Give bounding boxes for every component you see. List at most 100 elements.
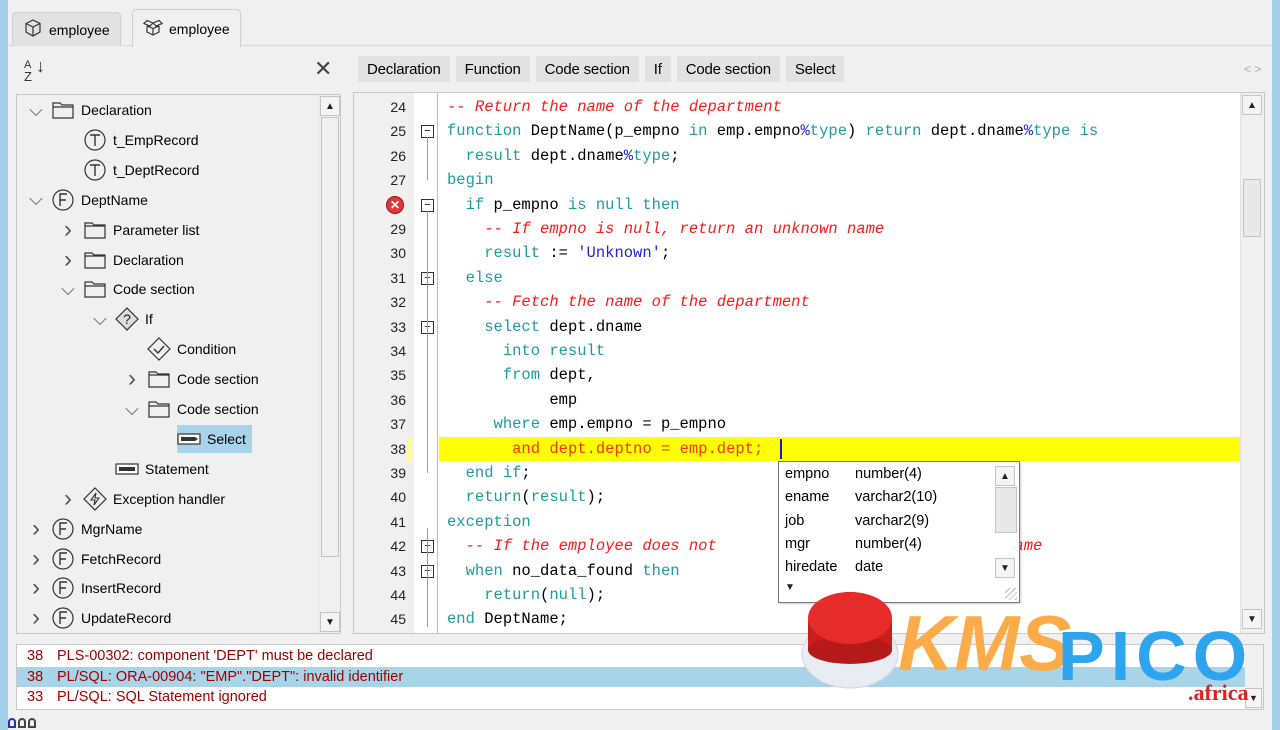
line-number: 41	[390, 513, 406, 530]
breadcrumb-item[interactable]: Code section	[535, 56, 639, 82]
code-line[interactable]: begin	[439, 168, 1240, 192]
scroll-up-button[interactable]: ▲	[1242, 95, 1262, 115]
autocomplete-item[interactable]: hiredate date	[785, 559, 883, 583]
tree-scrollbar[interactable]: ▲ ▼	[318, 95, 340, 633]
scroll-thumb[interactable]	[321, 117, 339, 557]
line-number: 34	[390, 343, 406, 359]
close-icon[interactable]: ✕	[314, 56, 332, 82]
autocomplete-item[interactable]: ename varchar2(10)	[785, 489, 937, 513]
chevron-right-icon[interactable]: ›	[27, 574, 45, 602]
tree-item-label: DeptName	[81, 191, 148, 208]
autocomplete-item-name: mgr	[785, 535, 810, 552]
code-line[interactable]: emp	[439, 388, 1240, 412]
watermark-logo: KMS PICO .africa	[801, 592, 1248, 705]
tree-item-label: Condition	[177, 341, 237, 358]
autocomplete-item[interactable]: empno number(4)	[785, 466, 922, 490]
line-number: 36	[390, 391, 406, 408]
tree-item[interactable]: › Parameter list	[59, 216, 199, 244]
scroll-down-button[interactable]: ▼	[320, 612, 340, 632]
line-number: 39	[390, 465, 406, 481]
tree-item[interactable]: ⌵ Declaration	[27, 96, 152, 124]
autocomplete-item[interactable]: mgr number(4)	[785, 536, 922, 560]
code-token: -- If empno is null, return an unknown n…	[484, 220, 885, 238]
scroll-up-button[interactable]: ▲	[995, 466, 1015, 486]
chevron-down-icon[interactable]: ⌵	[27, 100, 45, 121]
tree-item[interactable]: › InsertRecord	[27, 574, 161, 602]
code-line[interactable]: -- Return the name of the department	[439, 95, 1240, 119]
tree-item[interactable]: Condition	[123, 335, 236, 363]
tree-item[interactable]: Statement	[91, 455, 209, 483]
code-line[interactable]: where emp.empno = p_empno	[439, 412, 1240, 436]
tab-employee-2[interactable]: employee	[132, 9, 241, 47]
chevron-down-icon[interactable]: ⌵	[27, 189, 45, 210]
breadcrumb-item[interactable]: Code section	[676, 56, 780, 82]
code-token: result	[530, 488, 587, 507]
code-line[interactable]: select dept.dname	[439, 315, 1240, 339]
code-token: 'Unknown'	[577, 244, 661, 263]
tree-item[interactable]: ⌵? If	[91, 305, 153, 333]
breadcrumb-item[interactable]: Declaration	[358, 56, 450, 82]
code-token: when	[465, 561, 513, 580]
tree-item[interactable]: › Code section	[123, 365, 259, 393]
chevron-down-icon[interactable]: ⌵	[59, 279, 77, 300]
scroll-thumb[interactable]	[995, 487, 1017, 533]
tree-item[interactable]: › Declaration	[59, 246, 184, 274]
code-token: begin	[447, 171, 494, 190]
code-line[interactable]: else	[439, 266, 1240, 290]
chevron-down-icon[interactable]: ⌵	[123, 399, 141, 420]
popup-scrollbar[interactable]: ▲ ▼	[995, 464, 1017, 582]
code-line[interactable]: and dept.deptno = emp.dept;	[439, 436, 1242, 461]
code-line[interactable]: from dept,	[439, 363, 1240, 387]
code-line[interactable]: into result	[439, 339, 1240, 363]
breadcrumb-item[interactable]: Select	[785, 56, 845, 82]
chevron-right-icon[interactable]: ›	[59, 246, 77, 274]
breadcrumb-item[interactable]: If	[644, 56, 671, 82]
code-line[interactable]: -- Fetch the name of the department	[439, 290, 1240, 314]
chevron-right-icon[interactable]: ›	[27, 515, 45, 543]
tree-item[interactable]: › FetchRecord	[27, 545, 161, 573]
tree-item[interactable]: t_DeptRecord	[59, 156, 199, 184]
tree-item[interactable]: ⌵ DeptName	[27, 186, 148, 214]
tree-item[interactable]: › MgrName	[27, 515, 142, 543]
tree-item[interactable]: t_EmpRecord	[59, 126, 199, 154]
code-line[interactable]: result dept.dname%type;	[439, 144, 1240, 168]
breadcrumb-item[interactable]: Function	[455, 56, 530, 82]
code-token: emp.empno	[716, 122, 801, 141]
status-bar	[8, 712, 1272, 730]
tree-item[interactable]: › UpdateRecord	[27, 604, 171, 632]
error-marker-icon[interactable]: ✕	[386, 195, 404, 214]
sort-az-icon[interactable]: A Z ↓	[24, 57, 45, 83]
code-line[interactable]: function DeptName(p_empno in emp.empno%t…	[439, 119, 1240, 143]
scroll-down-button[interactable]: ▼	[995, 558, 1015, 578]
chevron-right-icon[interactable]: ›	[59, 485, 77, 513]
tree-item[interactable]: › Exception handler	[59, 485, 225, 513]
tree-item[interactable]: Select	[177, 424, 252, 453]
code-line[interactable]: result := 'Unknown';	[439, 241, 1240, 265]
editor-scrollbar[interactable]: ▲ ▼	[1240, 93, 1264, 633]
code-token: then	[642, 561, 680, 580]
autocomplete-item[interactable]: job varchar2(9)	[785, 513, 929, 537]
chevron-right-icon[interactable]: ›	[123, 365, 141, 393]
scroll-up-button[interactable]: ▲	[320, 96, 340, 116]
chevron-down-icon[interactable]: ⌵	[91, 309, 109, 330]
chevron-right-icon[interactable]: ›	[59, 216, 77, 244]
code-token: else	[465, 268, 503, 287]
line-number: 32	[390, 294, 406, 311]
tree-item[interactable]: ⌵ Code section	[123, 395, 259, 423]
scroll-thumb[interactable]	[1243, 179, 1261, 237]
chevron-right-icon[interactable]: ›	[27, 545, 45, 573]
code-line[interactable]: -- If empno is null, return an unknown n…	[439, 217, 1240, 241]
tree-item[interactable]: ⌵ Code section	[59, 275, 195, 303]
tab-employee-1[interactable]: employee	[12, 12, 121, 46]
breadcrumb-nav-arrows[interactable]: < >	[1244, 62, 1261, 76]
chevron-right-icon[interactable]: ›	[27, 604, 45, 632]
line-number: 42	[390, 538, 406, 555]
code-line[interactable]: if p_empno is null then	[439, 193, 1240, 217]
tree-item-label: Declaration	[81, 102, 152, 118]
